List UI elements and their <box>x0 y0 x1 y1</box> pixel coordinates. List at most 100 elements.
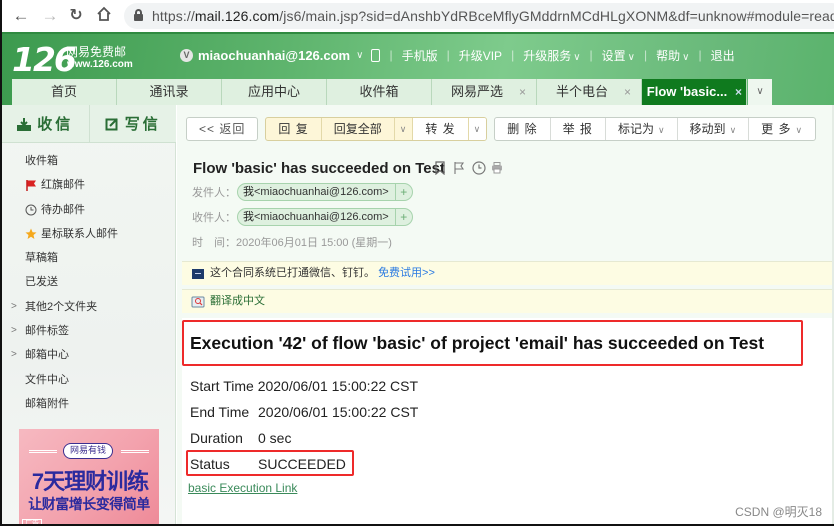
forward-dropdown[interactable]: ∨ <box>467 118 487 140</box>
mobile-version-link[interactable]: 手机版 <box>402 47 438 64</box>
compose-bar: 收信 写信 <box>2 105 176 143</box>
translate-link[interactable]: 翻译成中文 <box>210 290 265 312</box>
chevron-down-icon: ∨ <box>729 125 737 135</box>
time-value: 2020年06月01日 15:00 (星期一) <box>236 237 392 249</box>
execution-link[interactable]: basic Execution Link <box>188 481 297 495</box>
forward-button[interactable]: 转 发 <box>412 118 468 140</box>
help-menu[interactable]: 帮助 ∨ <box>656 47 689 64</box>
sender-address[interactable]: 我<miaochuanhai@126.com> <box>238 184 395 200</box>
status-label: Status <box>190 456 230 472</box>
add-contact-icon[interactable]: + <box>394 209 412 225</box>
tab-inbox[interactable]: 收件箱 <box>327 79 432 105</box>
folder-flagged[interactable]: 红旗邮件 <box>2 173 176 197</box>
reply-all-button[interactable]: 回复全部 <box>320 118 394 140</box>
duration-label: Duration <box>190 430 243 446</box>
tab-overflow-chevron-icon[interactable]: ∨ <box>748 79 772 105</box>
divider: | <box>389 48 393 62</box>
delete-button[interactable]: 删 除 <box>495 118 549 140</box>
divider: | <box>589 48 593 62</box>
add-contact-icon[interactable]: + <box>394 184 412 200</box>
clock-icon <box>25 204 37 216</box>
tab-current-email[interactable]: Flow 'basic... × <box>642 79 747 105</box>
back-button[interactable]: << 返回 <box>187 118 257 140</box>
receive-mail-button[interactable]: 收信 <box>2 105 89 142</box>
folder-attachments[interactable]: 邮箱附件 <box>2 392 176 416</box>
tab-yanxuan[interactable]: 网易严选 × <box>432 79 537 105</box>
screenshot-frame: ← → ↻ https://mail.126.com/js6/main.jsp?… <box>0 0 834 526</box>
folder-drafts[interactable]: 草稿箱 <box>2 246 176 270</box>
decorative-line <box>29 450 57 453</box>
from-label: 发件人： <box>192 187 236 199</box>
folder-inbox[interactable]: 收件箱 <box>2 149 176 173</box>
actions-group: 删 除 举 报 标记为 ∨ 移动到 ∨ 更 多 ∨ <box>494 117 817 141</box>
bookmark-icon[interactable] <box>434 161 446 176</box>
upgrade-vip-link[interactable]: 升级VIP <box>459 47 502 64</box>
chevron-right-icon[interactable]: > <box>11 343 17 367</box>
mark-as-button[interactable]: 标记为 ∨ <box>604 118 677 140</box>
time-label: 时 间： <box>192 237 236 249</box>
chevron-right-icon[interactable]: > <box>11 295 17 319</box>
move-to-button[interactable]: 移动到 ∨ <box>676 118 749 140</box>
url-text: https://mail.126.com/js6/main.jsp?sid=dA… <box>152 8 834 24</box>
forward-arrow-icon[interactable]: → <box>40 6 60 26</box>
close-icon[interactable]: × <box>735 79 742 105</box>
promo-text: 这个合同系统已打通微信、钉钉。 <box>210 267 375 279</box>
folder-list: 收件箱 红旗邮件 待办邮件 星标联系人邮件 草稿箱 已发送 > 其他2个文件夹 >… <box>2 149 176 416</box>
report-button[interactable]: 举 报 <box>549 118 605 140</box>
upgrade-service-menu[interactable]: 升级服务 ∨ <box>523 47 580 64</box>
address-bar[interactable]: https://mail.126.com/js6/main.jsp?sid=dA… <box>124 3 834 29</box>
ad-title: 7天理财训练 <box>31 469 149 494</box>
close-icon[interactable]: × <box>624 79 631 105</box>
more-button[interactable]: 更 多 ∨ <box>748 118 815 140</box>
folder-mailbox-center[interactable]: > 邮箱中心 <box>2 343 176 367</box>
tab-app-center[interactable]: 应用中心 <box>222 79 327 105</box>
compose-button[interactable]: 写信 <box>88 105 177 142</box>
tab-radio[interactable]: 半个电台 × <box>537 79 642 105</box>
start-time-value: 2020/06/01 15:00:22 CST <box>257 378 419 394</box>
lock-icon <box>134 9 143 21</box>
print-icon[interactable] <box>491 161 503 175</box>
sidebar-ad-banner[interactable]: 网易有钱 7天理财训练 让财富增长变得简单 广告 <box>19 429 159 524</box>
user-account-menu[interactable]: miaochuanhai@126.com <box>198 48 350 63</box>
status-value: SUCCEEDED <box>258 456 346 472</box>
close-icon[interactable]: × <box>519 79 526 105</box>
download-icon <box>17 117 32 131</box>
back-group: << 返回 <box>186 117 259 141</box>
reply-all-dropdown[interactable]: ∨ <box>393 118 413 140</box>
to-label: 收件人： <box>192 212 236 224</box>
back-arrow-icon[interactable]: ← <box>11 6 31 26</box>
chevron-right-icon[interactable]: > <box>11 319 17 343</box>
reply-button[interactable]: 回 复 <box>266 118 320 140</box>
ad-tag: 广告 <box>22 519 42 524</box>
folder-file-center[interactable]: 文件中心 <box>2 368 176 392</box>
status-row: Status SUCCEEDED <box>190 456 346 472</box>
end-time-label: End Time <box>190 404 250 420</box>
home-icon[interactable] <box>94 6 114 26</box>
message-toolbar: << 返回 回 复 回复全部 ∨ 转 发 ∨ 删 除 举 报 标记为 ∨ 移动到 ∨… <box>186 117 823 141</box>
time-row: 时 间： 2020年06月01日 15:00 (星期一) <box>192 234 392 250</box>
phone-icon[interactable] <box>371 48 381 62</box>
end-time-value: 2020/06/01 15:00:22 CST <box>258 404 419 420</box>
divider: | <box>698 48 702 62</box>
chevron-down-icon[interactable]: ∨ <box>356 50 363 61</box>
flag-icon[interactable] <box>453 161 465 175</box>
logout-link[interactable]: 退出 <box>711 47 735 64</box>
folder-other-folders[interactable]: > 其他2个文件夹 <box>2 295 176 319</box>
tab-contacts[interactable]: 通讯录 <box>117 79 222 105</box>
tab-home[interactable]: 首页 <box>12 79 117 105</box>
reload-icon[interactable]: ↻ <box>66 6 86 26</box>
folder-todo[interactable]: 待办邮件 <box>2 198 176 222</box>
folder-starred-contacts[interactable]: 星标联系人邮件 <box>2 222 176 246</box>
execution-title: Execution '42' of flow 'basic' of projec… <box>182 320 803 366</box>
settings-menu[interactable]: 设置 ∨ <box>602 47 635 64</box>
folder-mail-tags[interactable]: > 邮件标签 <box>2 319 176 343</box>
folder-sent[interactable]: 已发送 <box>2 270 176 294</box>
watermark: CSDN @明灭18 <box>735 505 822 519</box>
reply-group: 回 复 回复全部 ∨ 转 发 ∨ <box>265 117 488 141</box>
browser-toolbar: ← → ↻ https://mail.126.com/js6/main.jsp?… <box>2 0 834 32</box>
clock-icon[interactable] <box>472 161 486 175</box>
translate-bar: 翻译成中文 <box>182 289 834 313</box>
free-trial-link[interactable]: 免费试用>> <box>378 267 435 279</box>
recipient-address[interactable]: 我<miaochuanhai@126.com> <box>238 209 395 225</box>
translate-icon <box>191 296 205 308</box>
